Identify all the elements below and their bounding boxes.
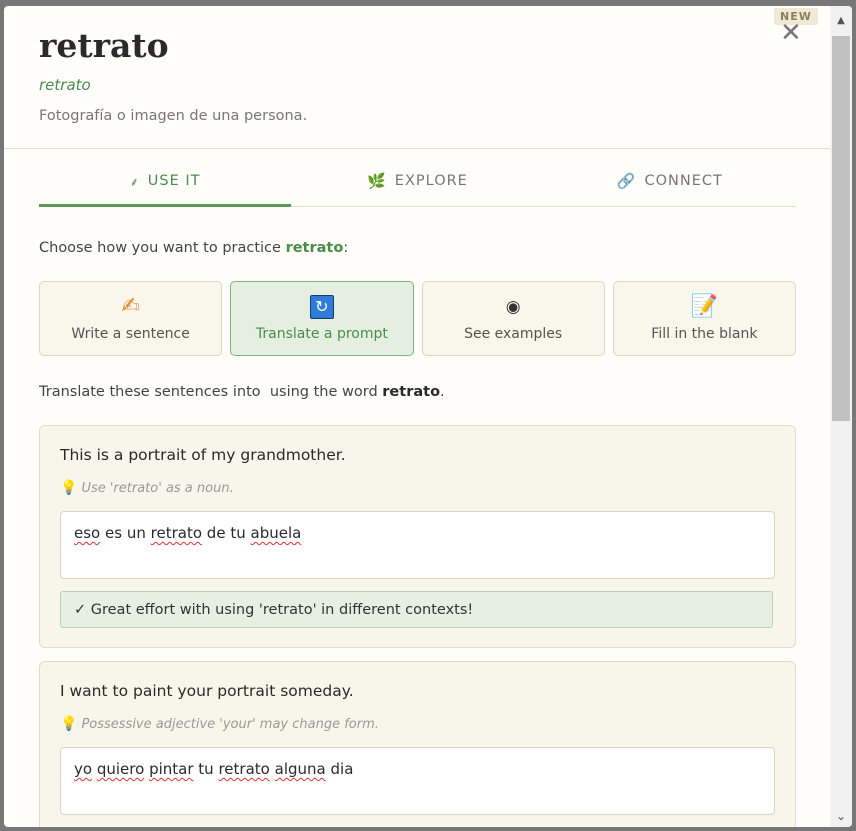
practice-prompt-prefix: Choose how you want to practice [39,240,286,256]
scroll-down-arrow-icon[interactable]: ⌄ [830,805,852,827]
practice-word: retrato [285,240,344,256]
lightbulb-icon: 💡 [60,480,78,496]
answer-word: retrato [218,760,270,778]
answer-word: tu [198,760,214,778]
pencil-icon: ✍ [121,294,140,319]
exercise-card: This is a portrait of my grandmother. 💡 … [39,425,796,648]
header-divider [4,148,830,149]
tab-label: CONNECT [644,173,723,189]
lightbulb-icon: 💡 [60,716,78,732]
mode-see-examples[interactable]: ◉ See examples [421,281,605,356]
mode-label: See examples [464,326,563,342]
hint-text: Possessive adjective 'your' may change f… [81,716,379,732]
answer-word: retrato [150,524,203,542]
exercise-sentence: I want to paint your portrait someday. [60,682,354,700]
mode-label: Translate a prompt [255,326,388,342]
modal-content: NEW ✕ retrato retrato Fotografía o image… [4,6,830,827]
sprout-icon: ⸙ [129,174,140,189]
practice-prompt-suffix: : [343,240,349,256]
answer-word: es [105,524,123,542]
answer-text: yo quiero pintar tu retrato alguna dia [74,760,353,778]
instructions-suffix: . [440,384,445,400]
answer-word: alguna [274,760,326,778]
tab-explore[interactable]: 🌿 EXPLORE [291,156,543,206]
exercise-card: I want to paint your portrait someday. 💡… [39,661,796,827]
tab-label: EXPLORE [394,173,468,189]
exercise-hint: 💡 Possessive adjective 'your' may change… [60,716,379,732]
scrollbar[interactable]: ▲ ⌄ [830,6,852,827]
word-title: retrato [39,26,169,65]
link-icon: 🔗 [616,172,637,190]
mode-write-sentence[interactable]: ✍ Write a sentence [39,281,223,356]
close-button[interactable]: ✕ [780,20,802,46]
scroll-up-arrow-icon[interactable]: ▲ [830,6,852,36]
answer-word: quiero [96,760,145,778]
answer-word: de [206,524,226,542]
tab-bar: ⸙ USE IT 🌿 EXPLORE 🔗 CONNECT [39,156,796,207]
answer-word: pintar [149,760,194,778]
instructions-prefix: Translate these sentences into using the… [39,384,383,400]
answer-word: yo [74,760,93,778]
answer-word: abuela [250,524,302,542]
tab-connect[interactable]: 🔗 CONNECT [544,156,796,206]
eye-icon: ◉ [505,297,521,317]
word-definition: Fotografía o imagen de una persona. [39,108,308,124]
refresh-icon: ↻ [309,295,334,319]
feedback-message: ✓ Great effort with using 'retrato' in d… [60,591,773,628]
scroll-thumb[interactable] [832,36,850,421]
answer-word: un [126,524,146,542]
tab-use-it[interactable]: ⸙ USE IT [39,156,292,207]
answer-word: tu [230,524,246,542]
instructions-word: retrato [382,384,441,400]
exercise-hint: 💡 Use 'retrato' as a noun. [60,480,234,496]
mode-translate-prompt[interactable]: ↻ Translate a prompt [230,281,414,356]
word-detail-modal: NEW ✕ retrato retrato Fotografía o image… [4,6,852,827]
answer-input[interactable]: eso es un retrato de tu abuela [60,511,775,579]
practice-prompt: Choose how you want to practice retrato: [39,240,348,256]
answer-word: eso [74,524,101,542]
mode-label: Write a sentence [71,326,190,342]
tab-label: USE IT [147,173,201,189]
memo-icon: 📝 [690,294,719,319]
practice-mode-selector: ✍ Write a sentence ↻ Translate a prompt … [39,281,796,356]
exercise-instructions: Translate these sentences into using the… [39,384,445,400]
answer-input[interactable]: yo quiero pintar tu retrato alguna dia [60,747,775,815]
mode-label: Fill in the blank [651,326,758,342]
leaf-icon: 🌿 [367,172,387,190]
exercise-sentence: This is a portrait of my grandmother. [60,446,346,464]
word-transliteration: retrato [39,76,91,94]
hint-text: Use 'retrato' as a noun. [81,480,234,496]
answer-word: dia [330,760,354,778]
mode-fill-blank[interactable]: 📝 Fill in the blank [612,281,796,356]
answer-text: eso es un retrato de tu abuela [74,524,301,542]
